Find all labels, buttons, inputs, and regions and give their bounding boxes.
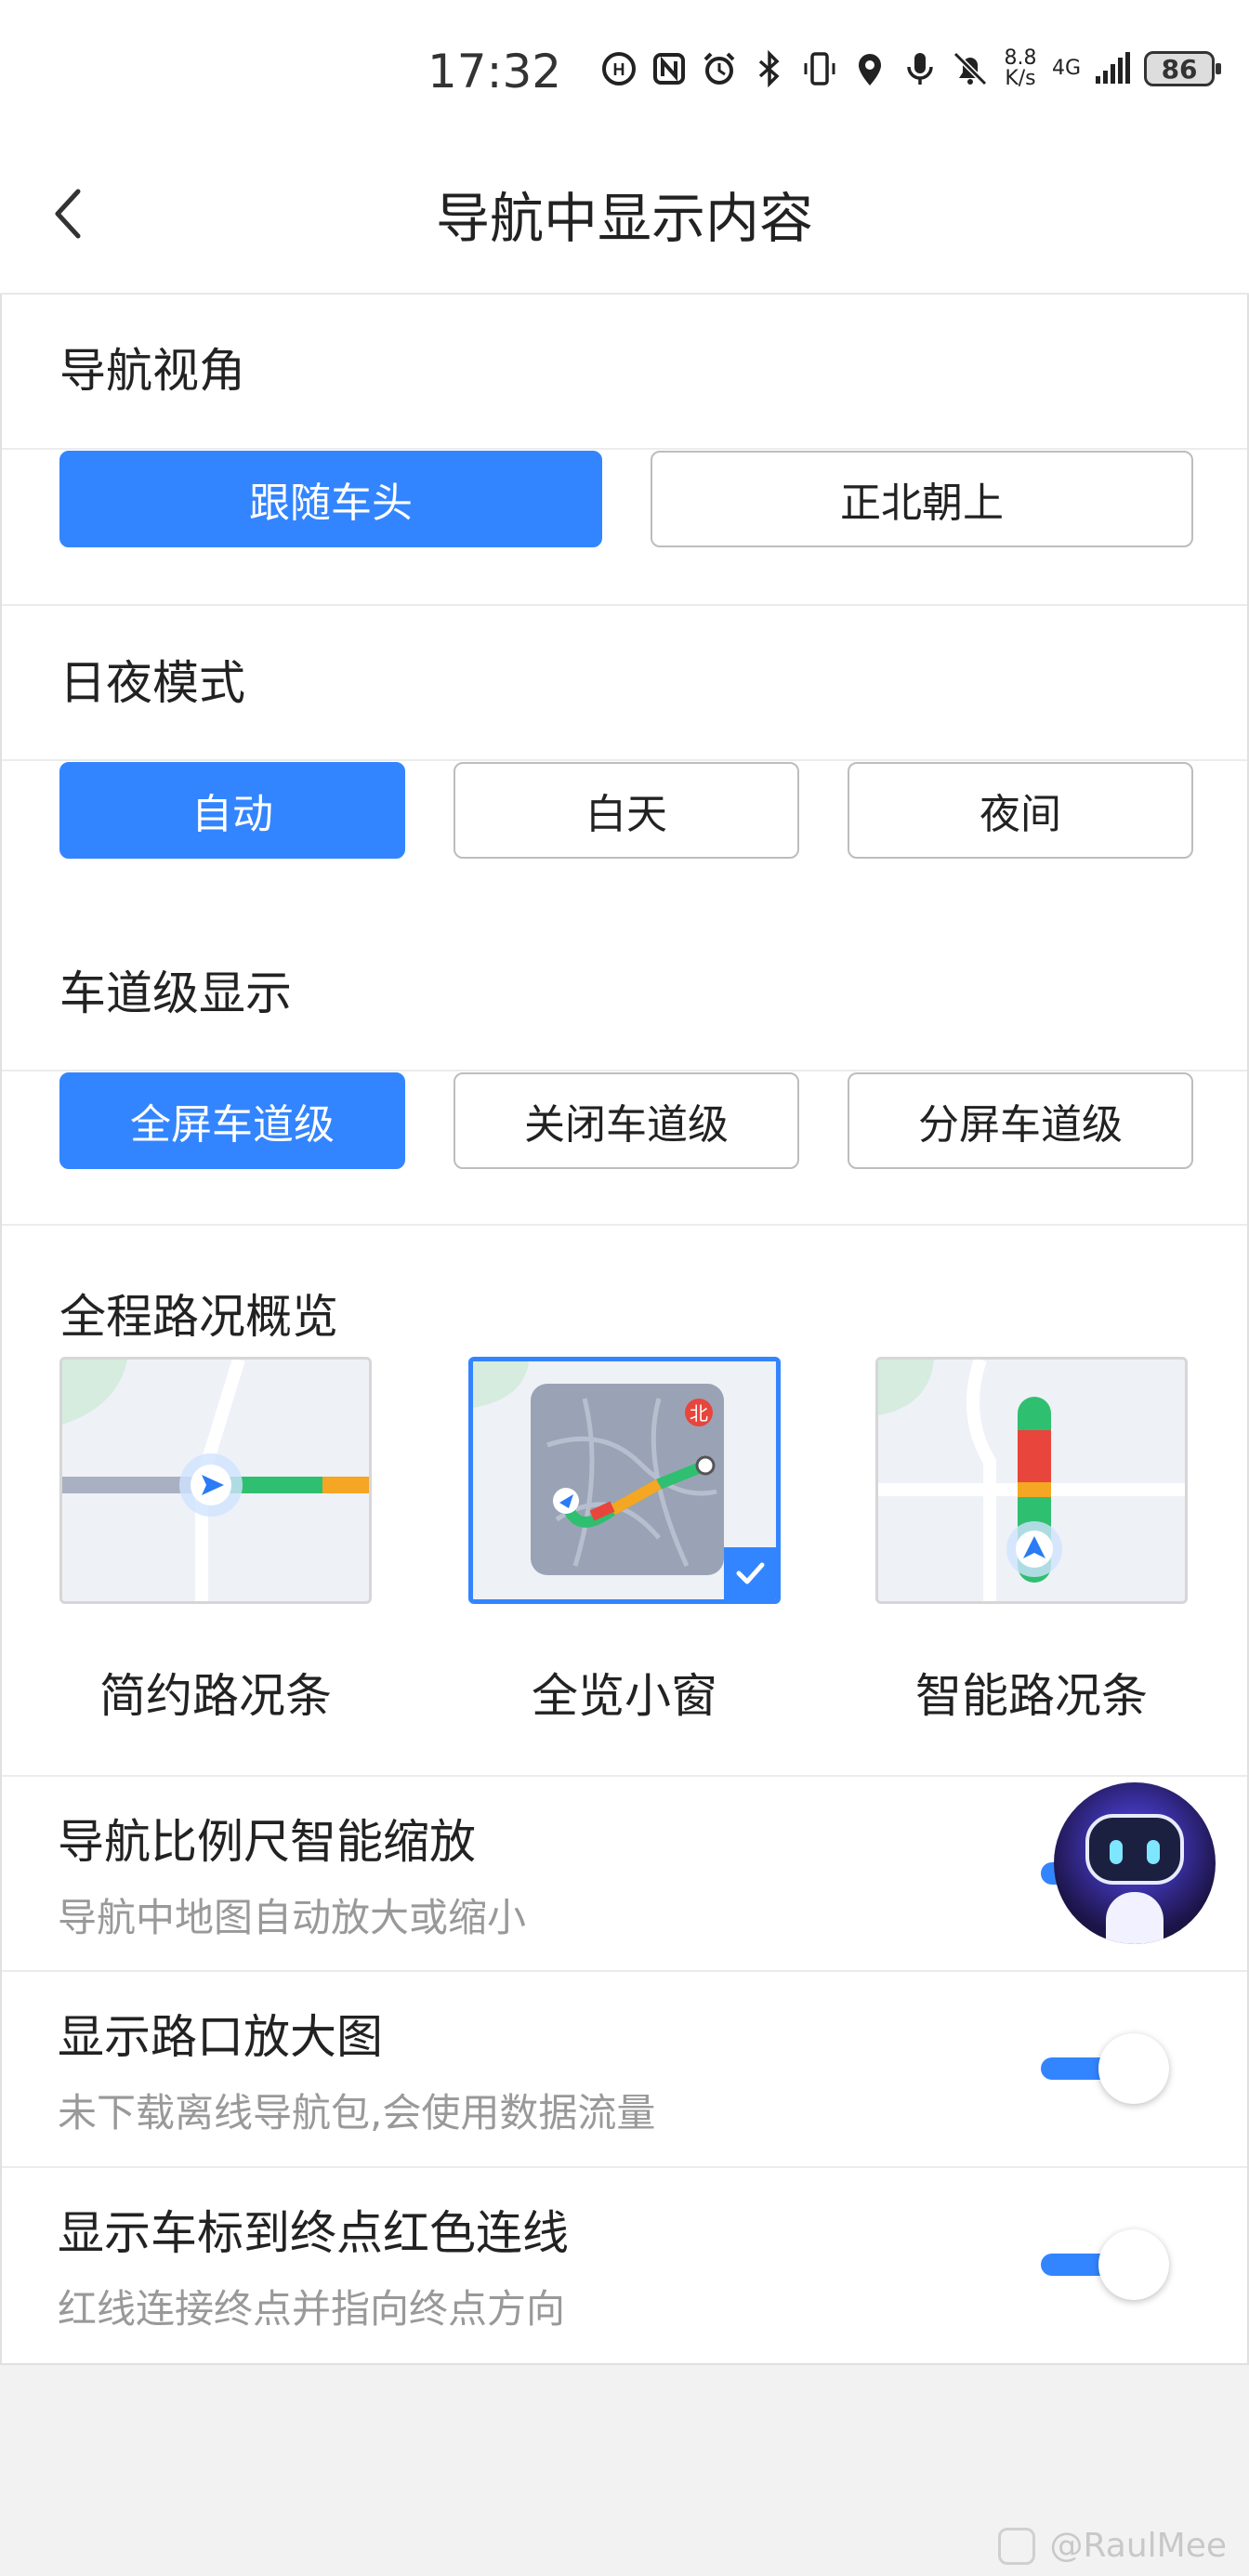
network-type: 4G <box>1052 57 1082 80</box>
setting-subtitle: 未下载离线导航包,会使用数据流量 <box>58 2090 656 2136</box>
app-header: 导航中显示内容 <box>0 149 1249 295</box>
watermark: @RaulMee <box>997 2527 1227 2565</box>
overview-smart-bar-label: 智能路况条 <box>915 1669 1148 1723</box>
overview-title: 全程路况概览 <box>59 1290 338 1344</box>
day-night-title: 日夜模式 <box>59 656 245 710</box>
page-title: 导航中显示内容 <box>435 187 813 250</box>
overview-simple-bar-option[interactable] <box>59 1357 372 1604</box>
alarm-icon <box>701 50 738 87</box>
lane-off-button[interactable]: 关闭车道级 <box>454 1072 799 1169</box>
overview-simple-bar-label: 简约路况条 <box>99 1669 332 1723</box>
hd-call-icon: H <box>600 50 638 87</box>
battery-indicator: 86 <box>1144 51 1222 86</box>
overview-mini-window-label: 全览小窗 <box>532 1669 717 1723</box>
weibo-logo-icon <box>997 2527 1035 2565</box>
map-north-badge: 北 <box>690 1402 708 1425</box>
junction-view-toggle[interactable] <box>1041 2031 1171 2106</box>
lane-split-button[interactable]: 分屏车道级 <box>848 1072 1193 1169</box>
robot-body <box>1106 1892 1164 1944</box>
setting-subtitle: 导航中地图自动放大或缩小 <box>58 1895 527 1940</box>
divider <box>2 604 1247 606</box>
assistant-robot-button[interactable] <box>1054 1782 1216 1944</box>
robot-eye <box>1147 1840 1160 1864</box>
svg-text:H: H <box>613 60 625 79</box>
simple-traffic-bar-preview <box>62 1360 369 1601</box>
divider <box>2 1070 1247 1071</box>
day-night-auto-button[interactable]: 自动 <box>59 762 405 859</box>
divider <box>2 1224 1247 1226</box>
toggle-knob <box>1098 2229 1169 2300</box>
net-speed-value: 8.8 <box>1004 46 1037 70</box>
setting-title: 导航比例尺智能缩放 <box>58 1815 476 1869</box>
overview-smart-bar-option[interactable] <box>875 1357 1188 1604</box>
bluetooth-icon <box>751 50 788 87</box>
view-angle-follow-heading-button[interactable]: 跟随车头 <box>59 451 602 547</box>
watermark-text: @RaulMee <box>1049 2527 1227 2565</box>
robot-face-icon <box>1085 1814 1184 1885</box>
net-speed: 8.8 K/s <box>1002 48 1039 89</box>
red-line-toggle[interactable] <box>1041 2228 1171 2302</box>
divider <box>0 2363 1249 2365</box>
selected-check-icon <box>724 1547 776 1599</box>
setting-subtitle: 红线连接终点并指向终点方向 <box>58 2286 566 2332</box>
toggle-knob <box>1098 2033 1169 2104</box>
smart-traffic-bar-preview <box>878 1360 1185 1601</box>
setting-title: 显示路口放大图 <box>58 2010 383 2064</box>
robot-eye <box>1110 1840 1123 1864</box>
divider <box>2 759 1247 761</box>
setting-row-junction-view: 显示路口放大图 未下载离线导航包,会使用数据流量 <box>0 1972 1245 2167</box>
view-angle-north-up-button[interactable]: 正北朝上 <box>651 451 1193 547</box>
vibrate-icon <box>801 50 838 87</box>
status-icons: H 8.8 K/s 4G 86 <box>600 48 1222 89</box>
setting-row-red-line: 显示车标到终点红色连线 红线连接终点并指向终点方向 <box>0 2168 1245 2363</box>
view-angle-title: 导航视角 <box>59 344 245 398</box>
nfc-icon <box>651 50 688 87</box>
microphone-icon <box>901 50 939 87</box>
signal-icon <box>1094 50 1131 87</box>
net-speed-unit: K/s <box>1005 67 1036 90</box>
setting-title: 显示车标到终点红色连线 <box>58 2206 569 2260</box>
lane-display-title: 车道级显示 <box>59 966 292 1020</box>
day-night-night-button[interactable]: 夜间 <box>848 762 1193 859</box>
status-time: 17:32 <box>427 45 562 99</box>
lane-fullscreen-button[interactable]: 全屏车道级 <box>59 1072 405 1169</box>
mute-bell-icon <box>952 50 989 87</box>
overview-mini-window-option[interactable]: 北 <box>468 1357 781 1604</box>
status-bar: 17:32 H 8.8 K/s 4G 86 <box>0 0 1249 149</box>
location-icon <box>851 50 888 87</box>
day-night-day-button[interactable]: 白天 <box>454 762 799 859</box>
divider <box>2 448 1247 450</box>
